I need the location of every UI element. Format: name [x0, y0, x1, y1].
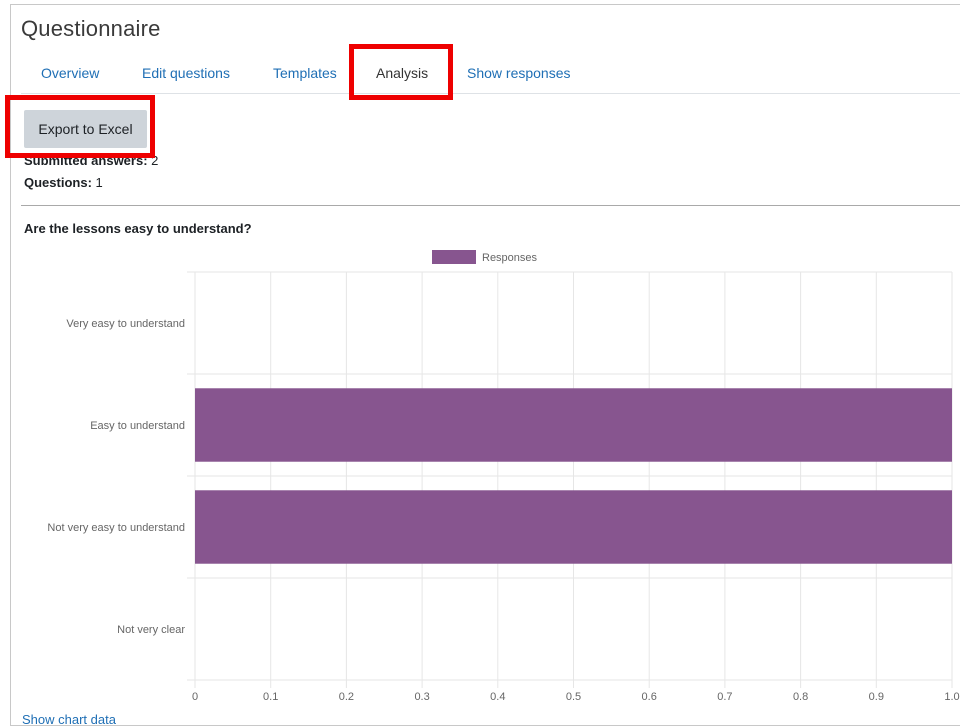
page-title: Questionnaire [21, 16, 161, 41]
tab-show-responses[interactable]: Show responses [467, 65, 571, 81]
show-chart-data-link[interactable]: Show chart data [22, 712, 116, 727]
questions-label: Questions: [24, 175, 92, 190]
x-tick-label: 0.5 [566, 691, 581, 703]
responses-chart: 0 0.1 0.2 0.3 0.4 0.5 0.6 0.7 0.8 0.9 1.0 Very easy… [47, 250, 960, 703]
y-category-label: Very easy to understand [66, 318, 185, 330]
y-category-label: Not very easy to understand [47, 522, 185, 534]
x-tick-label: 0 [192, 691, 198, 703]
x-tick-label: 0.4 [490, 691, 505, 703]
x-tick-label: 0.3 [414, 691, 429, 703]
legend-label: Responses [482, 252, 538, 264]
x-tick-label: 0.7 [717, 691, 732, 703]
x-tick-label: 0.8 [793, 691, 808, 703]
y-category-label: Not very clear [117, 624, 185, 636]
x-tick-label: 0.2 [339, 691, 354, 703]
x-tick-label: 0.6 [642, 691, 657, 703]
questions-value: 1 [95, 175, 103, 190]
submitted-answers-value: 2 [151, 153, 159, 168]
bar [195, 490, 952, 564]
y-category-label: Easy to understand [90, 420, 185, 432]
section-divider [21, 205, 960, 206]
submitted-answers-line: Submitted answers: 2 [24, 153, 158, 168]
x-tick-label: 0.1 [263, 691, 278, 703]
tab-overview[interactable]: Overview [41, 65, 99, 81]
submitted-answers-label: Submitted answers: [24, 153, 148, 168]
tab-templates[interactable]: Templates [273, 65, 337, 81]
x-tick-label: 1.0 [944, 691, 959, 703]
tab-bar: Overview Edit questions Templates Analys… [21, 52, 960, 94]
export-to-excel-button[interactable]: Export to Excel [24, 110, 147, 148]
bar [195, 388, 952, 462]
questions-line: Questions: 1 [24, 175, 103, 190]
tab-edit-questions[interactable]: Edit questions [142, 65, 230, 81]
tab-analysis[interactable]: Analysis [376, 65, 428, 81]
legend-swatch [432, 250, 476, 264]
x-tick-label: 0.9 [869, 691, 884, 703]
question-title: Are the lessons easy to understand? [24, 221, 252, 236]
